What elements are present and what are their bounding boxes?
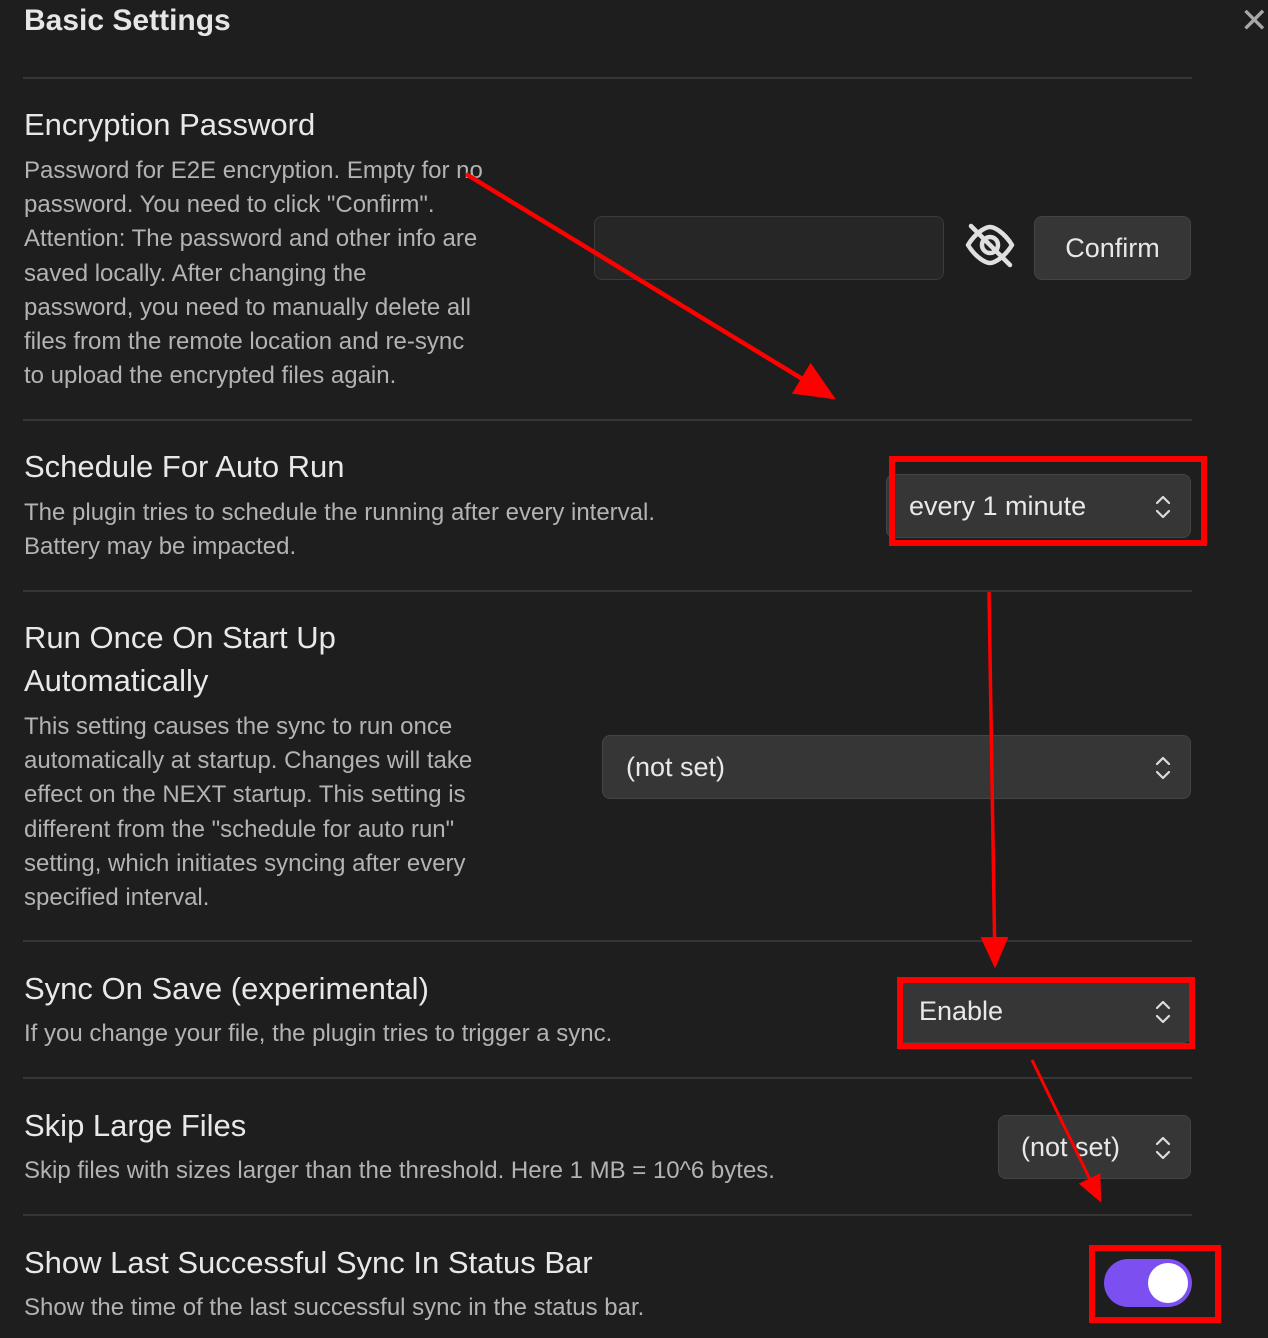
show-last-sync-toggle[interactable] <box>1104 1259 1192 1307</box>
desc-line: automatically at startup. Changes will t… <box>24 747 473 775</box>
encryption-password-input[interactable] <box>594 216 944 280</box>
toggle-knob <box>1148 1263 1188 1303</box>
eye-off-icon[interactable] <box>962 220 1018 270</box>
setting-desc-schedule: The plugin tries to schedule the running… <box>24 496 655 564</box>
name-line: Automatically <box>24 663 209 698</box>
sync-on-save-dropdown[interactable]: Enable <box>898 979 1191 1043</box>
divider <box>23 1077 1192 1079</box>
setting-desc-sync-on-save: If you change your file, the plugin trie… <box>24 1017 612 1051</box>
desc-line: If you change your file, the plugin trie… <box>24 1020 613 1047</box>
settings-panel: Basic Settings ✕ Encryption Password Pas… <box>0 0 1268 1338</box>
divider <box>23 419 1192 421</box>
close-icon[interactable]: ✕ <box>1240 4 1268 38</box>
desc-line: Battery may be impacted. <box>24 533 297 561</box>
divider <box>23 590 1192 592</box>
desc-line: to upload the encrypted files again. <box>24 362 397 390</box>
desc-line: The plugin tries to schedule the running… <box>24 499 656 526</box>
setting-name-sync-on-save: Sync On Save (experimental) <box>24 971 429 1006</box>
desc-line: Attention: The password and other info a… <box>24 225 478 253</box>
chevron-updown-icon <box>1155 495 1171 519</box>
desc-line: files from the remote location and re-sy… <box>24 328 465 356</box>
desc-line: saved locally. After changing the <box>24 259 367 287</box>
setting-desc-show-last-sync: Show the time of the last successful syn… <box>24 1291 644 1325</box>
setting-name-encryption: Encryption Password <box>24 107 316 142</box>
dropdown-value: (not set) <box>1021 1132 1121 1162</box>
confirm-button[interactable]: Confirm <box>1034 216 1191 280</box>
setting-name-run-once: Run Once On Start Up Automatically <box>24 616 336 702</box>
setting-name-schedule: Schedule For Auto Run <box>24 449 345 484</box>
divider <box>23 940 1192 942</box>
setting-desc-encryption: Password for E2E encryption. Empty for n… <box>24 154 483 393</box>
desc-line: This setting causes the sync to run once <box>24 713 453 740</box>
schedule-dropdown[interactable]: every 1 minute <box>886 474 1191 538</box>
chevron-updown-icon <box>1155 1136 1171 1160</box>
divider <box>23 1214 1192 1216</box>
setting-desc-run-once: This setting causes the sync to run once… <box>24 710 472 915</box>
page-title: Basic Settings <box>24 4 231 37</box>
chevron-updown-icon <box>1155 756 1171 780</box>
desc-line: setting, which initiates syncing after e… <box>24 849 466 877</box>
desc-line: Password for E2E encryption. Empty for n… <box>24 157 483 184</box>
desc-line: password, you need to manually delete al… <box>24 293 471 321</box>
desc-line: effect on the NEXT startup. This setting… <box>24 781 466 809</box>
desc-line: Show the time of the last successful syn… <box>24 1294 645 1321</box>
name-line: Run Once On Start Up <box>24 620 336 655</box>
divider <box>23 77 1192 79</box>
dropdown-value: (not set) <box>626 752 726 782</box>
desc-line: different from the "schedule for auto ru… <box>24 815 455 843</box>
setting-name-show-last-sync: Show Last Successful Sync In Status Bar <box>24 1245 593 1280</box>
annotation-arrow <box>464 172 836 400</box>
skip-large-dropdown[interactable]: (not set) <box>998 1115 1191 1179</box>
desc-line: Skip files with sizes larger than the th… <box>24 1157 775 1184</box>
setting-desc-skip-large: Skip files with sizes larger than the th… <box>24 1154 775 1188</box>
setting-name-skip-large: Skip Large Files <box>24 1108 247 1143</box>
desc-line: password. You need to click "Confirm". <box>24 191 435 219</box>
run-once-dropdown[interactable]: (not set) <box>602 735 1191 799</box>
dropdown-value: every 1 minute <box>909 491 1087 521</box>
dropdown-value: Enable <box>919 996 1004 1026</box>
chevron-updown-icon <box>1155 1000 1171 1024</box>
desc-line: specified interval. <box>24 884 210 912</box>
